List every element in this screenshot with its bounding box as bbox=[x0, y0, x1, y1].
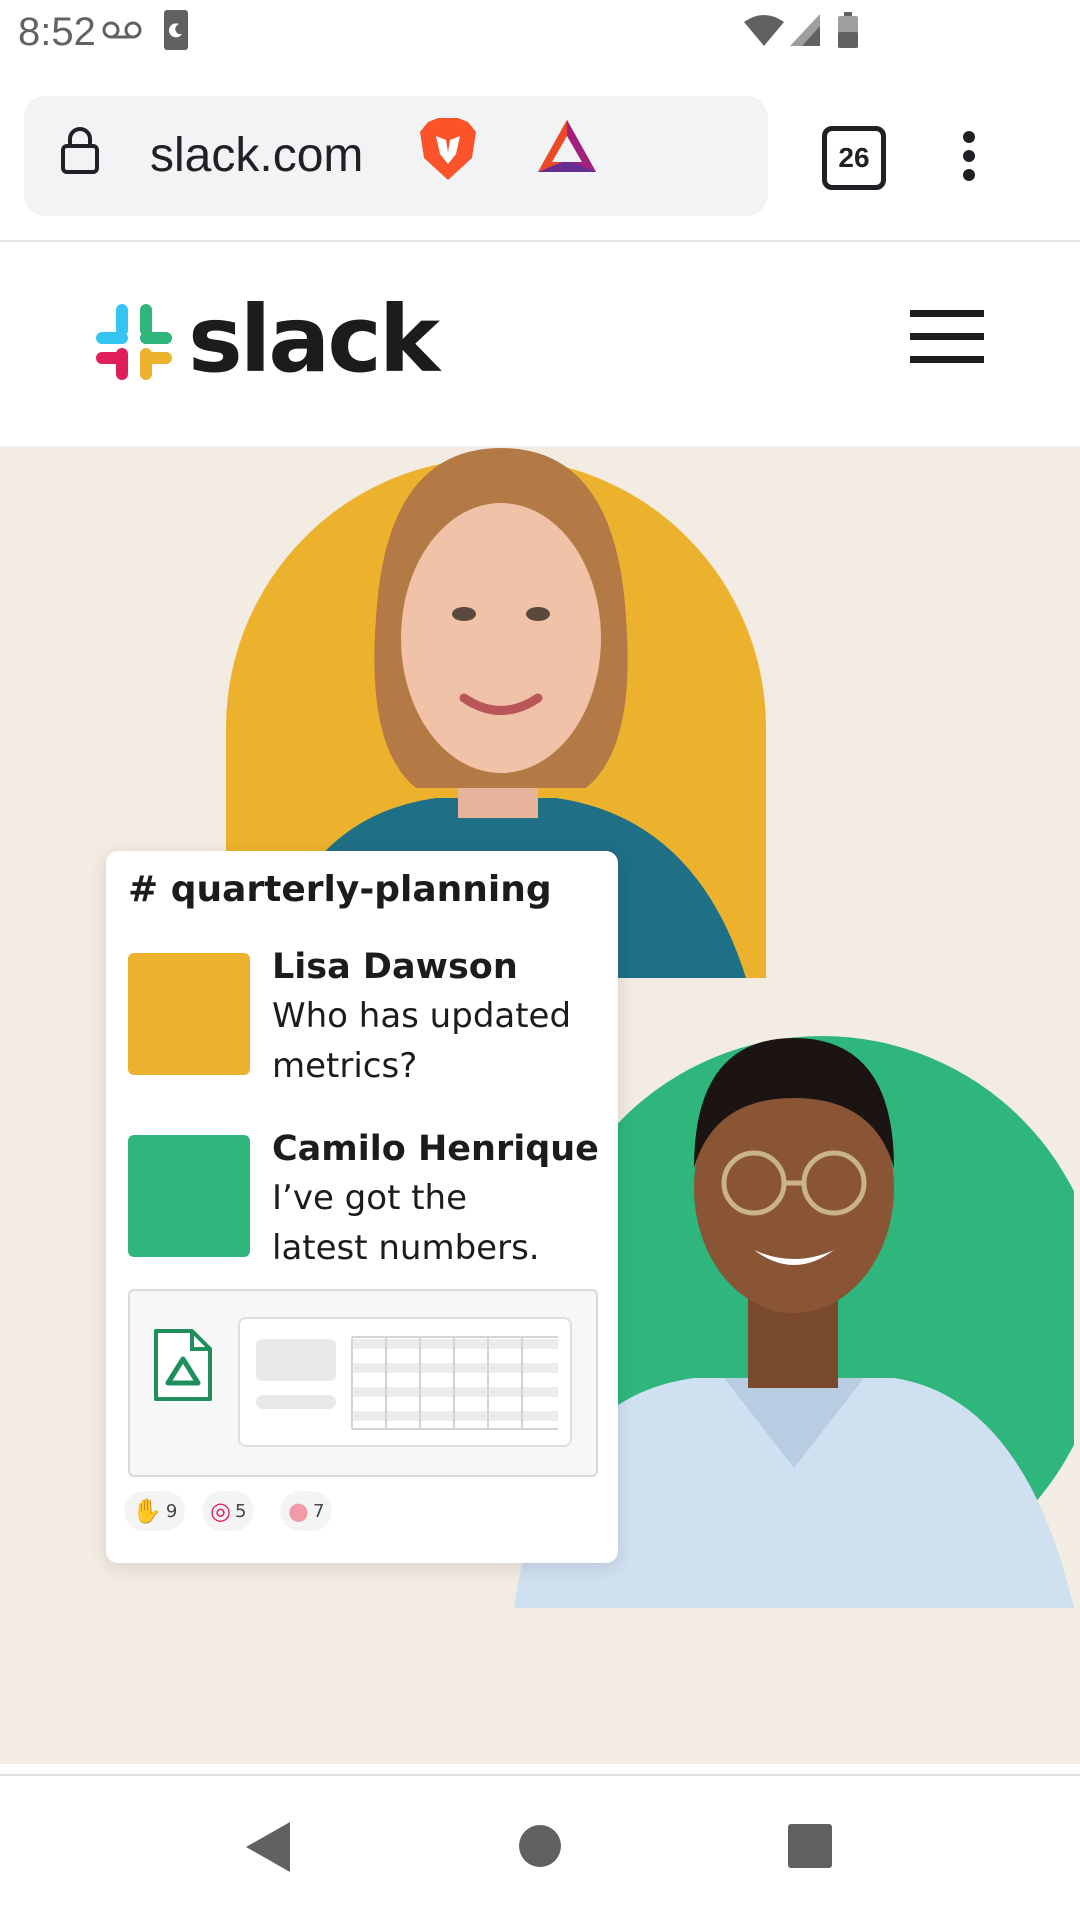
google-drive-file-icon bbox=[154, 1329, 212, 1401]
raised-hands-icon: ✋ bbox=[132, 1497, 162, 1525]
file-attachment bbox=[128, 1289, 598, 1477]
reaction-count: 7 bbox=[312, 1500, 325, 1522]
lock-icon bbox=[61, 127, 99, 174]
hamburger-menu-icon[interactable] bbox=[910, 310, 984, 364]
home-icon[interactable] bbox=[518, 1824, 562, 1868]
brave-shield-icon[interactable] bbox=[420, 118, 476, 180]
reaction-count: 9 bbox=[165, 1500, 178, 1522]
reaction-raised-hands[interactable]: ✋ 9 bbox=[124, 1491, 186, 1531]
slack-logo-text[interactable]: slack bbox=[188, 286, 440, 393]
spreadsheet-preview-graphic bbox=[256, 1336, 558, 1430]
browser-toolbar: slack.com 26 bbox=[0, 72, 1080, 242]
recents-icon[interactable] bbox=[788, 1824, 832, 1868]
message-text: I’ve got the latest numbers. bbox=[272, 1178, 540, 1268]
url-text[interactable]: slack.com bbox=[150, 128, 363, 183]
message-text: Who has updated metrics? bbox=[272, 996, 572, 1086]
reaction-count: 5 bbox=[234, 1500, 247, 1522]
message-author: Lisa Dawson bbox=[272, 947, 518, 987]
target-icon: ◎ bbox=[210, 1497, 231, 1525]
chat-card: # quarterly-planning Lisa Dawson Who has… bbox=[106, 851, 618, 1563]
signal-icon bbox=[790, 14, 820, 46]
voicemail-icon bbox=[102, 21, 142, 39]
message-author: Camilo Henrique bbox=[272, 1129, 599, 1169]
channel-name: # quarterly-planning bbox=[128, 869, 552, 910]
wifi-icon bbox=[744, 15, 784, 46]
battery-icon bbox=[838, 12, 858, 48]
do-not-disturb-icon bbox=[164, 10, 188, 50]
brave-rewards-icon[interactable] bbox=[538, 120, 596, 172]
tab-switcher-button[interactable]: 26 bbox=[822, 126, 886, 190]
slack-logo-icon[interactable] bbox=[96, 304, 172, 380]
back-icon[interactable] bbox=[246, 1822, 290, 1872]
avatar bbox=[128, 1135, 250, 1257]
more-vert-icon[interactable] bbox=[962, 130, 976, 182]
status-bar: 8:52 bbox=[0, 0, 1080, 72]
reaction-brain[interactable]: ● 7 bbox=[280, 1491, 333, 1531]
clock: 8:52 bbox=[18, 10, 96, 54]
address-bar[interactable]: slack.com bbox=[24, 96, 768, 216]
android-nav-bar bbox=[0, 1774, 1080, 1922]
avatar bbox=[128, 953, 250, 1075]
spreadsheet-preview bbox=[238, 1317, 572, 1447]
site-header: slack bbox=[0, 242, 1080, 448]
brain-icon: ● bbox=[288, 1497, 309, 1525]
reaction-target[interactable]: ◎ 5 bbox=[202, 1491, 255, 1531]
